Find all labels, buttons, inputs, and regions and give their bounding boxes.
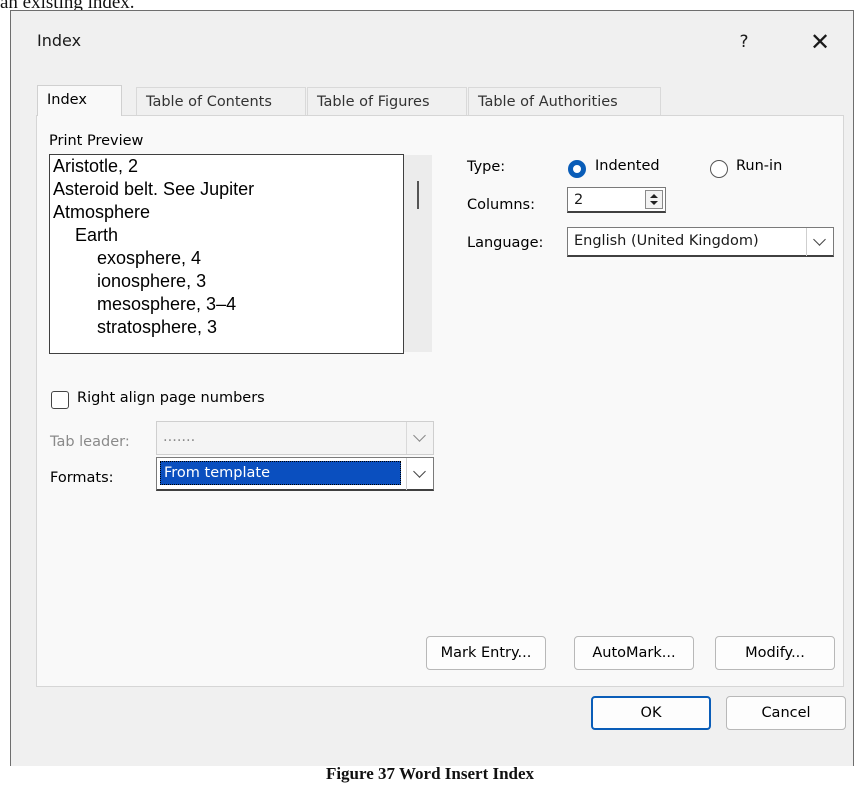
tab-table-of-contents[interactable]: Table of Contents: [136, 87, 306, 115]
ok-button[interactable]: OK: [591, 696, 711, 730]
chevron-down-icon: [813, 233, 826, 246]
language-label: Language:: [467, 235, 544, 251]
print-preview-box: Aristotle, 2 Asteroid belt. See Jupiter …: [49, 154, 404, 354]
cancel-button[interactable]: Cancel: [726, 696, 846, 730]
chevron-down-icon: [413, 429, 426, 442]
language-value: English (United Kingdom): [574, 233, 759, 249]
close-icon[interactable]: ✕: [803, 27, 837, 57]
help-icon[interactable]: ?: [727, 27, 761, 57]
radio-run-in-label[interactable]: Run-in: [736, 158, 782, 174]
radio-indented[interactable]: [568, 160, 586, 178]
radio-indented-label[interactable]: Indented: [595, 158, 660, 174]
index-dialog: Index ? ✕ Index Table of Contents Table …: [10, 10, 854, 766]
tab-leader-label: Tab leader:: [50, 434, 130, 450]
spin-buttons[interactable]: [645, 190, 663, 209]
language-select[interactable]: English (United Kingdom): [567, 227, 834, 257]
formats-dropdown-button[interactable]: [406, 458, 433, 490]
tab-bar: Index Table of Contents Table of Figures…: [37, 85, 837, 116]
chevron-down-icon: [413, 465, 426, 478]
modify-button[interactable]: Modify...: [715, 636, 835, 670]
formats-select[interactable]: From template: [156, 457, 434, 491]
tab-leader-dropdown-button: [406, 422, 433, 454]
tab-index[interactable]: Index: [37, 85, 122, 116]
formats-value[interactable]: From template: [160, 461, 401, 485]
preview-line: Earth: [75, 225, 119, 245]
dialog-title: Index: [37, 31, 82, 50]
preview-line: stratosphere, 3: [97, 317, 218, 337]
preview-line: exosphere, 4: [97, 248, 202, 268]
tab-leader-select: .......: [156, 421, 434, 455]
radio-run-in[interactable]: [710, 160, 728, 178]
columns-stepper[interactable]: 2: [567, 187, 666, 213]
preview-scrollbar[interactable]: [404, 155, 432, 352]
columns-label: Columns:: [467, 197, 535, 213]
print-preview-label: Print Preview: [49, 133, 144, 149]
tab-leader-value: .......: [163, 429, 196, 445]
preview-line: ionosphere, 3: [97, 271, 207, 291]
spin-up-icon[interactable]: [650, 194, 658, 198]
mark-entry-button[interactable]: Mark Entry...: [426, 636, 546, 670]
right-align-checkbox[interactable]: [51, 391, 69, 409]
columns-value[interactable]: 2: [574, 192, 583, 208]
automark-button[interactable]: AutoMark...: [574, 636, 694, 670]
type-label: Type:: [467, 159, 506, 175]
tab-table-of-authorities[interactable]: Table of Authorities: [468, 87, 661, 115]
tab-table-of-figures[interactable]: Table of Figures: [307, 87, 467, 115]
language-dropdown-button[interactable]: [806, 228, 833, 256]
right-align-label[interactable]: Right align page numbers: [77, 390, 265, 406]
preview-line: mesosphere, 3–4: [97, 294, 237, 314]
scrollbar-thumb[interactable]: [417, 181, 419, 209]
preview-line: Atmosphere: [53, 202, 151, 222]
spin-down-icon[interactable]: [650, 201, 658, 205]
formats-label: Formats:: [50, 470, 114, 486]
preview-line: Aristotle, 2: [53, 156, 139, 176]
preview-line: Asteroid belt. See Jupiter: [53, 179, 255, 199]
figure-caption: Figure 37 Word Insert Index: [325, 764, 535, 783]
